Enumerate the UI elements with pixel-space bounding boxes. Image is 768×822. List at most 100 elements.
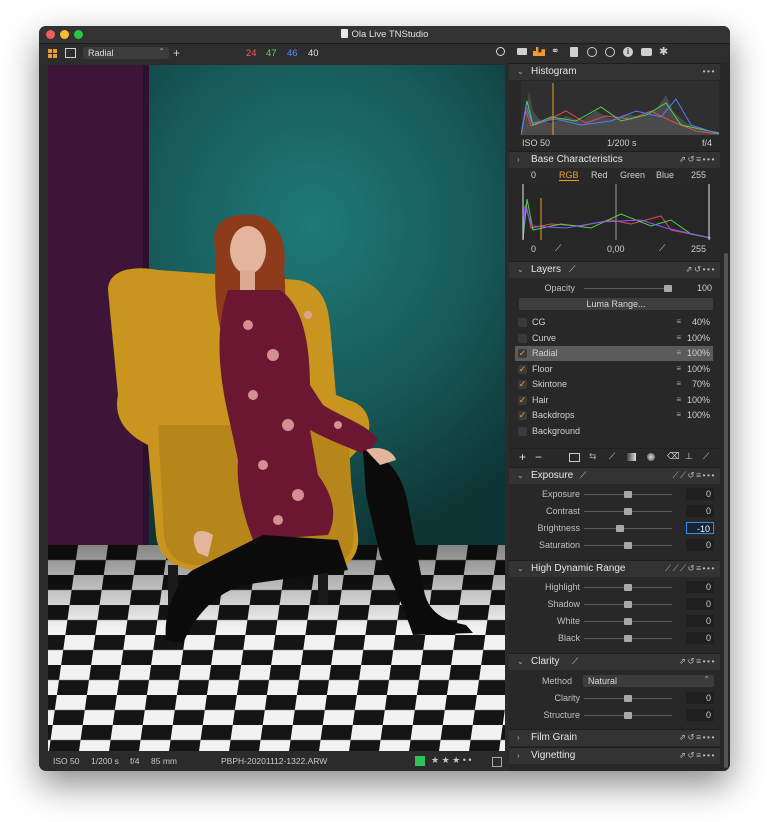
layer-checkbox[interactable] — [518, 333, 527, 343]
contrast-value-field[interactable]: 0 — [686, 505, 714, 517]
layer-checkbox[interactable]: ✓ — [518, 364, 527, 374]
section-actions-icons[interactable]: ⇗↺≡••• — [679, 656, 716, 667]
levels-graph[interactable] — [521, 184, 712, 241]
shadow-value-field[interactable]: 0 — [686, 598, 714, 610]
clarity-value-field[interactable]: 0 — [686, 692, 714, 704]
tool-select[interactable]: Radial ⌃ — [83, 47, 169, 59]
pick-white-icon[interactable]: ⟋ — [659, 243, 665, 254]
layer-opacity-value[interactable]: 100% — [687, 395, 710, 405]
grid-view-icon[interactable] — [492, 757, 502, 767]
opacity-value[interactable]: 100 — [697, 283, 712, 293]
add-layer-button[interactable]: + — [519, 450, 526, 464]
layer-adjust-icon[interactable]: ≡ — [676, 379, 681, 388]
gradient-icon[interactable] — [627, 453, 636, 461]
exposure-slider[interactable] — [584, 491, 672, 498]
lens-icon[interactable] — [587, 47, 597, 57]
layer-opacity-value[interactable]: 100% — [687, 333, 710, 343]
brightness-slider[interactable] — [584, 525, 672, 532]
folder-icon[interactable] — [517, 48, 527, 55]
highlight-slider[interactable] — [584, 584, 672, 591]
slider-knob[interactable] — [624, 695, 632, 702]
slider-knob[interactable] — [624, 618, 632, 625]
radial-icon[interactable] — [647, 453, 655, 461]
stamp-icon[interactable]: ⊥ — [685, 451, 693, 462]
layer-adjust-icon[interactable]: ≡ — [676, 348, 681, 357]
levels-input-black[interactable]: 0 — [531, 170, 536, 180]
layer-row-skintone[interactable]: ✓ Skintone ≡ 70% — [515, 377, 713, 392]
star-rating[interactable]: ★ ★ ★ • • — [431, 755, 472, 766]
clipboard-icon[interactable] — [570, 47, 578, 57]
black-value-field[interactable]: 0 — [686, 632, 714, 644]
swap-icon[interactable]: ⇆ — [589, 451, 597, 462]
opacity-slider[interactable] — [584, 285, 672, 292]
layer-opacity-value[interactable]: 70% — [692, 379, 710, 389]
slider-knob[interactable] — [616, 525, 625, 532]
levels-gamma[interactable]: 0,00 — [607, 244, 625, 254]
info-icon[interactable]: i — [623, 47, 633, 57]
base-characteristics-header[interactable]: › Base Characteristics ⇗↺≡••• — [509, 151, 720, 168]
shadow-slider[interactable] — [584, 601, 672, 608]
layer-opacity-value[interactable]: 100% — [687, 364, 710, 374]
slider-knob[interactable] — [624, 584, 632, 591]
highlight-value-field[interactable]: 0 — [686, 581, 714, 593]
layer-row-cg[interactable]: CG ≡ 40% — [515, 315, 713, 330]
clarity-header[interactable]: ⌄ Clarity ⟋ ⇗↺≡••• — [509, 653, 720, 670]
layer-checkbox[interactable] — [518, 426, 527, 436]
slider-knob[interactable] — [624, 508, 632, 515]
panel-scrollbar[interactable] — [724, 253, 728, 768]
grid-icon[interactable] — [48, 49, 57, 58]
layer-checkbox[interactable]: ✓ — [518, 380, 527, 389]
layers-header[interactable]: ⌄ Layers ⟋ ⇗↺••• — [509, 261, 720, 278]
saturation-value-field[interactable]: 0 — [686, 539, 714, 551]
layer-checkbox[interactable]: ✓ — [518, 411, 527, 420]
section-actions-icons[interactable]: ⇗↺≡••• — [679, 154, 716, 165]
levels-input-white[interactable]: 255 — [691, 170, 706, 180]
layer-opacity-value[interactable]: 100% — [687, 348, 710, 358]
clarity-method-select[interactable]: Natural ⌃ — [583, 675, 714, 687]
tab-rgb[interactable]: RGB — [559, 170, 579, 181]
layer-adjust-icon[interactable]: ≡ — [676, 410, 681, 419]
section-actions-icons[interactable]: ⇗↺••• — [685, 264, 716, 275]
color-tag-icon[interactable] — [415, 756, 425, 766]
section-actions-icons[interactable]: ⟋⟋⟋↺≡••• — [665, 563, 716, 574]
layer-adjust-icon[interactable]: ≡ — [676, 395, 681, 404]
tab-green[interactable]: Green — [620, 170, 645, 180]
slider-knob[interactable] — [624, 601, 632, 608]
clarity-brush-icon[interactable]: ⟋ — [572, 656, 578, 667]
hdr-header[interactable]: ⌄ High Dynamic Range ⟋⟋⟋↺≡••• — [509, 560, 720, 577]
remove-layer-button[interactable]: − — [535, 450, 542, 464]
contrast-slider[interactable] — [584, 508, 672, 515]
slider-knob[interactable] — [624, 491, 632, 498]
layer-row-radial[interactable]: ✓ Radial ≡ 100% — [515, 346, 713, 361]
layer-row-curve[interactable]: Curve ≡ 100% — [515, 331, 713, 346]
brush-icon[interactable]: ⟋ — [609, 451, 615, 462]
opacity-slider-knob[interactable] — [664, 285, 672, 292]
exposure-value-field[interactable]: 0 — [686, 488, 714, 500]
saturation-slider[interactable] — [584, 542, 672, 549]
layer-row-floor[interactable]: ✓ Floor ≡ 100% — [515, 362, 713, 377]
histogram-header[interactable]: ⌄ Histogram ••• — [509, 63, 720, 80]
slider-knob[interactable] — [624, 542, 632, 549]
layer-row-background[interactable]: Background — [515, 424, 713, 439]
erase-icon[interactable]: ⟋ — [703, 451, 709, 462]
luma-range-button[interactable]: Luma Range... — [519, 298, 713, 310]
layer-checkbox[interactable]: ✓ — [518, 395, 527, 405]
pick-black-icon[interactable]: ⟋ — [555, 243, 561, 254]
section-actions-icons[interactable]: ⟋⟋↺≡••• — [673, 470, 716, 481]
structure-slider[interactable] — [584, 712, 672, 719]
brightness-value-field[interactable]: -10 — [686, 522, 714, 534]
levels-output-white[interactable]: 255 — [691, 244, 706, 254]
layer-row-backdrops[interactable]: ✓ Backdrops ≡ 100% — [515, 408, 713, 423]
camera-icon[interactable] — [641, 48, 652, 56]
camera-tool-icon[interactable] — [533, 47, 545, 56]
tab-blue[interactable]: Blue — [656, 170, 674, 180]
white-value-field[interactable]: 0 — [686, 615, 714, 627]
layer-adjust-icon[interactable]: ≡ — [676, 333, 681, 342]
vignetting-header[interactable]: › Vignetting ⇗↺≡••• — [509, 747, 720, 764]
gear-icon[interactable]: ✱ — [659, 45, 668, 58]
layer-adjust-icon[interactable]: ≡ — [676, 364, 681, 373]
search-tab-icon[interactable] — [605, 47, 615, 57]
tab-red[interactable]: Red — [591, 170, 608, 180]
exposure-brush-icon[interactable]: ⟋ — [580, 470, 586, 481]
mask-icon[interactable] — [569, 453, 580, 462]
